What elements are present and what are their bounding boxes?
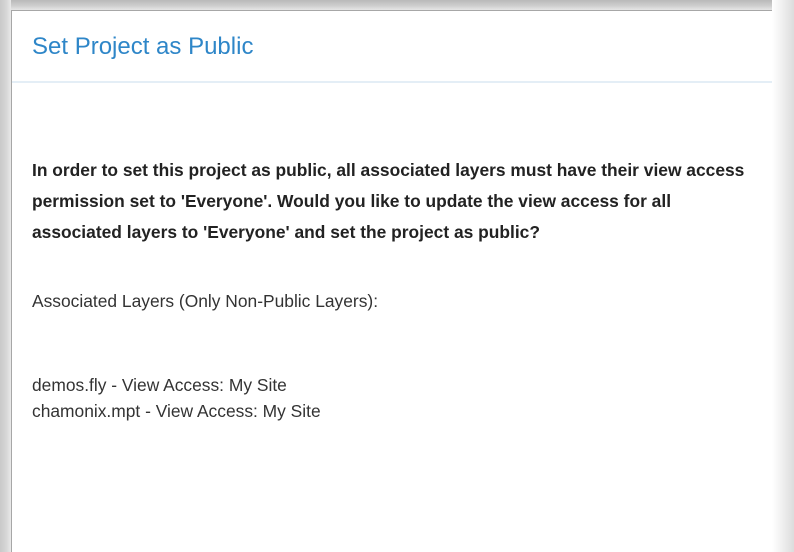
associated-layers-heading: Associated Layers (Only Non-Public Layer… — [32, 291, 379, 311]
list-item: chamonix.mpt - View Access: My Site — [32, 401, 321, 421]
warning-message: In order to set this project as public, … — [32, 160, 745, 242]
set-public-dialog: Set Project as Public In order to set th… — [11, 10, 772, 552]
dialog-header: Set Project as Public — [12, 11, 772, 83]
window-frame-top — [0, 0, 794, 10]
window-frame-right — [772, 0, 794, 552]
dialog-title: Set Project as Public — [32, 33, 254, 60]
list-item: demos.fly - View Access: My Site — [32, 375, 287, 395]
dialog-body: In order to set this project as public, … — [12, 155, 772, 424]
screenshot-canvas: Set Project as Public In order to set th… — [0, 0, 794, 552]
associated-layers-list: demos.fly - View Access: My Site chamoni… — [32, 372, 748, 424]
window-frame-left — [0, 0, 11, 552]
